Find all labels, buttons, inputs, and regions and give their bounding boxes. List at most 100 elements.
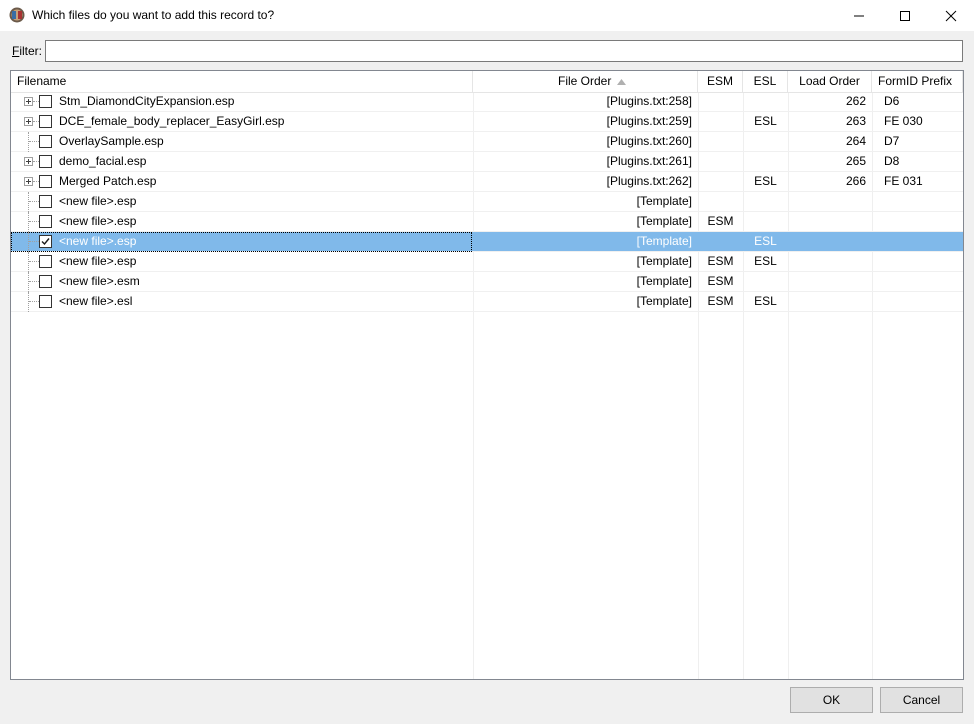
file-row[interactable]: OverlaySample.esp [Plugins.txt:260] 264 D7 [11, 132, 963, 152]
filename-cell: demo_facial.esp [11, 152, 473, 172]
file-row[interactable]: demo_facial.esp [Plugins.txt:261] 265 D8 [11, 152, 963, 172]
file-checkbox[interactable] [39, 275, 52, 288]
esm-cell: ESM [707, 214, 734, 228]
filename-cell: <new file>.esp [11, 212, 473, 232]
file-order-cell: [Template] [636, 214, 692, 228]
filter-label: Filter: [12, 44, 43, 58]
file-row[interactable]: <new file>.esp [Template] ESM ESL [11, 252, 963, 272]
filename-cell: <new file>.esp [11, 252, 473, 272]
file-row[interactable]: <new file>.esm [Template] ESM [11, 272, 963, 292]
maximize-icon [900, 11, 910, 21]
file-order-cell: [Template] [636, 194, 692, 208]
formid-prefix-cell [872, 212, 963, 232]
file-row[interactable]: Stm_DiamondCityExpansion.esp [Plugins.txt… [11, 92, 963, 112]
ok-button[interactable]: OK [790, 687, 873, 713]
load-order-cell [788, 212, 872, 232]
file-order-cell: [Plugins.txt:261] [606, 154, 692, 168]
tree-line [29, 241, 39, 242]
formid-prefix-cell: FE 030 [884, 114, 923, 128]
tree-line [28, 212, 29, 232]
filename-label: <new file>.esp [59, 234, 137, 248]
file-row[interactable]: <new file>.esp [Template] ESL [11, 232, 963, 252]
esl-cell: ESL [754, 234, 777, 248]
file-checkbox[interactable] [39, 195, 52, 208]
formid-prefix-cell [872, 272, 963, 292]
filename-cell: <new file>.esl [11, 292, 473, 312]
filter-input[interactable] [45, 40, 963, 62]
header-esm[interactable]: ESM [698, 71, 743, 92]
filename-label: Merged Patch.esp [59, 174, 157, 188]
tree-line [29, 261, 39, 262]
header-esl[interactable]: ESL [743, 71, 788, 92]
close-button[interactable] [928, 0, 974, 31]
file-checkbox[interactable] [39, 175, 52, 188]
esm-cell [698, 92, 743, 112]
file-row[interactable]: DCE_female_body_replacer_EasyGirl.esp [Pl… [11, 112, 963, 132]
tree-line [29, 301, 39, 302]
file-row[interactable]: <new file>.esp [Template] ESM [11, 212, 963, 232]
tree-line [28, 192, 29, 212]
esl-cell [743, 272, 788, 292]
load-order-cell [788, 232, 872, 252]
filename-label: OverlaySample.esp [59, 134, 164, 148]
file-checkbox[interactable] [39, 115, 52, 128]
minimize-button[interactable] [836, 0, 882, 31]
tree-line [28, 292, 29, 312]
file-checkbox[interactable] [39, 255, 52, 268]
filename-label: <new file>.esp [59, 214, 137, 228]
file-checkbox[interactable] [39, 155, 52, 168]
filename-label: Stm_DiamondCityExpansion.esp [59, 94, 235, 108]
header-file-order[interactable]: File Order [473, 71, 698, 92]
formid-prefix-cell: D6 [884, 94, 900, 108]
header-formid-prefix[interactable]: FormID Prefix [872, 71, 963, 92]
maximize-button[interactable] [882, 0, 928, 31]
filename-label: <new file>.esl [59, 294, 133, 308]
formid-prefix-cell: D8 [884, 154, 900, 168]
load-order-cell [788, 272, 872, 292]
formid-prefix-cell: D7 [884, 134, 900, 148]
formid-prefix-cell [872, 232, 963, 252]
esm-cell [698, 172, 743, 192]
formid-prefix-cell [872, 192, 963, 212]
esl-cell [743, 192, 788, 212]
tree-line [29, 281, 39, 282]
expand-icon[interactable] [24, 117, 33, 126]
filename-label: DCE_female_body_replacer_EasyGirl.esp [59, 114, 285, 128]
filename-cell: <new file>.esm [11, 272, 473, 292]
file-order-cell: [Template] [636, 294, 692, 308]
tree-line [28, 252, 29, 272]
tree-line [29, 141, 39, 142]
filename-cell: <new file>.esp [11, 232, 473, 252]
file-order-cell: [Template] [636, 234, 692, 248]
file-checkbox[interactable] [39, 215, 52, 228]
expand-icon[interactable] [24, 97, 33, 106]
file-checkbox[interactable] [39, 95, 52, 108]
cancel-button[interactable]: Cancel [880, 687, 963, 713]
expand-icon[interactable] [24, 157, 33, 166]
esm-cell: ESM [707, 274, 734, 288]
load-order-cell: 264 [845, 134, 866, 148]
expand-icon[interactable] [24, 177, 33, 186]
filename-cell: OverlaySample.esp [11, 132, 473, 152]
filename-label: <new file>.esp [59, 194, 137, 208]
header-filename[interactable]: Filename [11, 71, 473, 92]
file-order-cell: [Template] [636, 254, 692, 268]
file-row[interactable]: Merged Patch.esp [Plugins.txt:262] ESL 266 F… [11, 172, 963, 192]
file-checkbox[interactable] [39, 295, 52, 308]
header-load-order[interactable]: Load Order [788, 71, 872, 92]
file-checkbox[interactable] [39, 135, 52, 148]
file-row[interactable]: <new file>.esl [Template] ESM ESL [11, 292, 963, 312]
filename-cell: DCE_female_body_replacer_EasyGirl.esp [11, 112, 473, 132]
file-checkbox[interactable] [39, 235, 52, 248]
load-order-cell [788, 292, 872, 312]
load-order-cell [788, 252, 872, 272]
esm-cell [698, 192, 743, 212]
tree-line [28, 132, 29, 152]
file-tree[interactable]: Filename File Order ESM ESL Load Order F… [10, 70, 964, 680]
esl-cell [743, 92, 788, 112]
column-header: Filename File Order ESM ESL Load Order F… [11, 71, 963, 93]
filename-label: <new file>.esm [59, 274, 140, 288]
file-row[interactable]: <new file>.esp [Template] [11, 192, 963, 212]
tree-line [28, 232, 29, 252]
file-order-cell: [Plugins.txt:262] [606, 174, 692, 188]
